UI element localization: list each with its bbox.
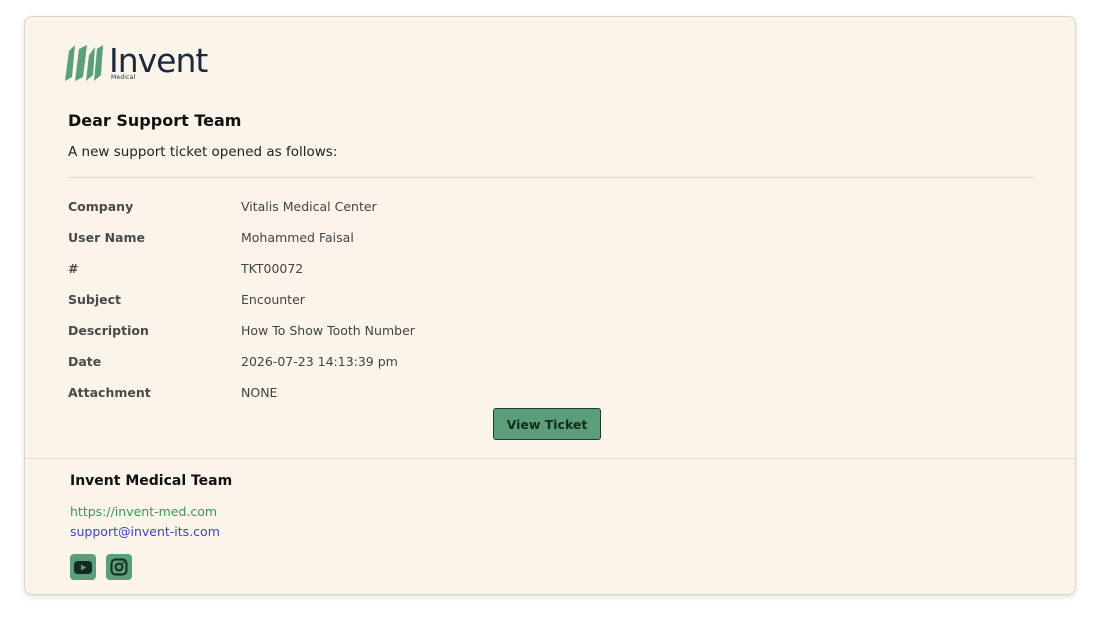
detail-label: Subject	[68, 292, 121, 307]
detail-label: Description	[68, 323, 149, 338]
instagram-icon	[110, 558, 128, 576]
footer-divider	[25, 458, 1075, 459]
detail-value: 2026-07-23 14:13:39 pm	[241, 354, 398, 369]
detail-value: Encounter	[241, 292, 305, 307]
detail-label: #	[68, 261, 79, 276]
support-email-link[interactable]: support@invent-its.com	[70, 524, 220, 539]
detail-label: Attachment	[68, 385, 151, 400]
detail-row-ticket-number: # TKT00072	[68, 253, 968, 284]
detail-row-date: Date 2026-07-23 14:13:39 pm	[68, 346, 968, 377]
view-ticket-button[interactable]: View Ticket	[493, 408, 601, 440]
logo-mark-icon	[65, 45, 103, 81]
team-name: Invent Medical Team	[70, 473, 233, 489]
youtube-button[interactable]	[70, 554, 96, 580]
brand-logo: Invent Medical	[63, 43, 208, 83]
greeting-heading: Dear Support Team	[68, 111, 242, 130]
detail-row-description: Description How To Show Tooth Number	[68, 315, 968, 346]
intro-text: A new support ticket opened as follows:	[68, 144, 338, 160]
detail-value: Mohammed Faisal	[241, 230, 354, 245]
ticket-details: Company Vitalis Medical Center User Name…	[68, 191, 968, 408]
detail-label: Company	[68, 199, 134, 214]
instagram-button[interactable]	[106, 554, 132, 580]
detail-row-attachment: Attachment NONE	[68, 377, 968, 408]
detail-value: How To Show Tooth Number	[241, 323, 415, 338]
detail-label: Date	[68, 354, 102, 369]
detail-label: User Name	[68, 230, 145, 245]
detail-value: TKT00072	[241, 261, 304, 276]
detail-value: NONE	[241, 385, 278, 400]
email-card: Invent Medical Dear Support Team A new s…	[24, 16, 1076, 595]
youtube-icon	[74, 560, 92, 574]
detail-value: Vitalis Medical Center	[241, 199, 377, 214]
brand-subtitle: Medical	[111, 74, 136, 81]
detail-row-subject: Subject Encounter	[68, 284, 968, 315]
detail-row-company: Company Vitalis Medical Center	[68, 191, 968, 222]
detail-row-user-name: User Name Mohammed Faisal	[68, 222, 968, 253]
website-link[interactable]: https://invent-med.com	[70, 504, 217, 519]
divider	[68, 177, 1034, 178]
